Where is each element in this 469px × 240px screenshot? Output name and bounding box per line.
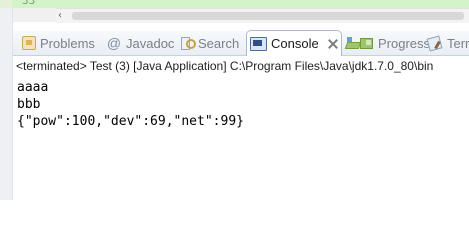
console-icon xyxy=(250,36,267,51)
terminal-icon xyxy=(427,35,443,51)
tab-terminal[interactable]: Terr xyxy=(427,31,469,55)
close-icon[interactable] xyxy=(327,38,339,50)
tab-search[interactable]: Search xyxy=(180,31,239,55)
progress-icon xyxy=(358,35,374,51)
tab-progress-label: Progress xyxy=(378,35,431,51)
tab-console[interactable]: Console xyxy=(246,30,342,56)
tab-javadoc[interactable]: @ Javadoc xyxy=(106,31,175,55)
console-output-line: {"pow":100,"dev":69,"net":99} xyxy=(17,114,244,129)
scroll-left-arrow-icon[interactable]: ‹ xyxy=(58,10,62,22)
console-output[interactable]: aaaa bbb {"pow":100,"dev":69,"net":99} xyxy=(17,79,244,130)
tab-progress[interactable]: Progress xyxy=(358,31,430,55)
console-process-description: <terminated> Test (3) [Java Application]… xyxy=(16,59,434,73)
tab-problems-label: Problems xyxy=(40,35,95,51)
view-tab-bar: Problems @ Javadoc Search Console Progre… xyxy=(13,30,469,56)
tab-terminal-label: Terr xyxy=(447,35,469,51)
editor-current-line-highlight xyxy=(12,0,469,8)
editor-gutter xyxy=(0,0,12,8)
tab-problems[interactable]: Problems xyxy=(21,31,95,55)
tab-console-label: Console xyxy=(271,36,319,51)
console-output-line: aaaa xyxy=(17,80,49,95)
console-output-line: bbb xyxy=(17,97,41,112)
left-trim-bar xyxy=(0,8,13,200)
scrollbar-thumb[interactable] xyxy=(72,12,464,20)
problems-icon xyxy=(22,36,36,50)
editor-line-number: 33 xyxy=(22,0,36,7)
tab-javadoc-label: Javadoc xyxy=(126,35,175,51)
editor-area: 33 ‹ xyxy=(0,0,469,23)
editor-horizontal-scrollbar[interactable]: ‹ xyxy=(56,8,469,23)
tab-search-label: Search xyxy=(198,35,240,51)
search-icon xyxy=(180,35,196,51)
javadoc-icon: @ xyxy=(106,35,122,51)
